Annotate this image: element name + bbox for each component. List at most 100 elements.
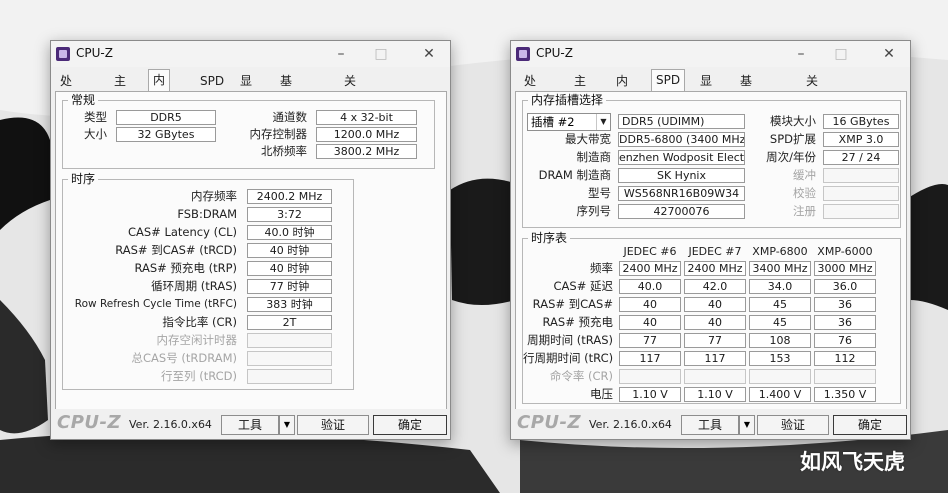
timings-group: 时序 内存频率 2400.2 MHz FSB:DRAM 3:72 CAS# La… [62, 172, 354, 390]
row-label: 频率 [590, 261, 613, 275]
ok-button[interactable]: 确定 [373, 415, 447, 435]
table-cell: 1.350 V [814, 387, 876, 402]
size-value: 32 GBytes [116, 127, 216, 142]
column-header: JEDEC #7 [688, 245, 742, 258]
slot-select[interactable]: 插槽 #2 ▼ [527, 113, 611, 131]
part-number-value: WS568NR16B09W34 [618, 186, 745, 201]
timing-label: 总CAS号 (tRDRAM) [131, 351, 238, 365]
table-cell: 36.0 [814, 279, 876, 294]
cpuz-app-icon [516, 47, 530, 61]
maximize-icon: □ [834, 46, 848, 62]
maximize-icon: □ [374, 46, 388, 62]
tab-graphics[interactable]: 显卡 [235, 70, 257, 108]
slot-group: 内存插槽选择 插槽 #2 ▼ DDR5 (UDIMM) 模块大小 16 GByt… [522, 93, 901, 228]
cpuz-window-spd: CPU-Z – □ ✕ 处理器 主板 内存 SPD 显卡 基准跑分 关于 内存插… [510, 40, 911, 440]
table-cell: 42.0 [684, 279, 746, 294]
table-cell: 112 [814, 351, 876, 366]
table-cell: 45 [749, 297, 811, 312]
general-group-title: 常规 [68, 93, 99, 107]
spd-ext-label: SPD扩展 [769, 132, 816, 146]
northbridge-value: 3800.2 MHz [316, 144, 417, 159]
tab-cpu[interactable]: 处理器 [55, 70, 77, 128]
timing-label: 指令比率 (CR) [162, 315, 237, 329]
table-cell: 45 [749, 315, 811, 330]
table-cell: 108 [749, 333, 811, 348]
memory-controller-label: 内存控制器 [249, 127, 308, 141]
module-size-label: 模块大小 [770, 114, 816, 128]
timing-value: 2400.2 MHz [247, 189, 332, 204]
tab-bench[interactable]: 基准跑分 [735, 70, 757, 148]
cpuz-app-icon [56, 47, 70, 61]
table-cell [814, 369, 876, 384]
ok-button[interactable]: 确定 [833, 415, 907, 435]
table-cell: 76 [814, 333, 876, 348]
timing-label: Row Refresh Cycle Time (tRFC) [74, 298, 237, 310]
row-label: 行周期时间 (tRC) [523, 351, 614, 365]
version-label: Ver. 2.16.0.x64 [589, 418, 672, 431]
manufacturer-value: enzhen Wodposit Electroni [618, 150, 745, 165]
serial-number-label: 序列号 [576, 204, 612, 218]
size-label: 大小 [84, 127, 107, 141]
correction-label: 校验 [793, 186, 816, 200]
tools-dropdown-icon[interactable]: ▼ [279, 415, 295, 435]
timing-label: RAS# 预充电 (tRP) [134, 261, 237, 275]
northbridge-label: 北桥频率 [261, 144, 307, 158]
table-cell: 3400 MHz [749, 261, 811, 276]
tab-spd[interactable]: SPD [651, 69, 686, 92]
channels-value: 4 x 32-bit [316, 110, 417, 125]
table-cell: 1.10 V [619, 387, 681, 402]
table-cell: 40.0 [619, 279, 681, 294]
row-label: 电压 [590, 387, 613, 401]
tab-spd[interactable]: SPD [195, 70, 229, 91]
column-header: XMP-6000 [817, 245, 873, 258]
column-header: XMP-6800 [752, 245, 808, 258]
module-size-value: 16 GBytes [823, 114, 899, 129]
close-icon[interactable]: ✕ [877, 44, 901, 64]
correction-value [823, 186, 899, 201]
slot-group-title: 内存插槽选择 [528, 93, 607, 107]
timing-value: 40.0 时钟 [247, 225, 332, 240]
table-cell: 40 [684, 315, 746, 330]
timing-label: 内存空闲计时器 [156, 333, 238, 347]
spd-pane: 内存插槽选择 插槽 #2 ▼ DDR5 (UDIMM) 模块大小 16 GByt… [515, 91, 907, 413]
watermark-text: 如风飞天虎 [800, 450, 905, 474]
tab-cpu[interactable]: 处理器 [519, 70, 541, 128]
tab-mainboard[interactable]: 主板 [109, 70, 131, 108]
close-icon[interactable]: ✕ [417, 44, 441, 64]
validate-button[interactable]: 验证 [297, 415, 369, 435]
tab-memory[interactable]: 内存 [148, 69, 171, 107]
slot-select-value: 插槽 #2 [531, 115, 575, 129]
memory-type-value: DDR5 (UDIMM) [618, 114, 745, 129]
memory-controller-value: 1200.0 MHz [316, 127, 417, 142]
dram-manufacturer-label: DRAM 制造商 [538, 168, 611, 182]
cpuz-window-memory: CPU-Z – □ ✕ 处理器 主板 内存 SPD 显卡 基准跑分 关于 常规 … [50, 40, 451, 440]
tab-about[interactable]: 关于 [801, 70, 823, 108]
tab-mainboard[interactable]: 主板 [569, 70, 591, 108]
tools-dropdown-icon[interactable]: ▼ [739, 415, 755, 435]
bottom-bar: CPU-Z Ver. 2.16.0.x64 工具 ▼ 验证 确定 [511, 409, 910, 439]
tools-button[interactable]: 工具 [221, 415, 279, 435]
table-cell: 77 [684, 333, 746, 348]
tools-button[interactable]: 工具 [681, 415, 739, 435]
type-value: DDR5 [116, 110, 216, 125]
version-label: Ver. 2.16.0.x64 [129, 418, 212, 431]
timing-value: 2T [247, 315, 332, 330]
tab-memory[interactable]: 内存 [611, 70, 633, 108]
table-cell: 34.0 [749, 279, 811, 294]
minimize-icon[interactable]: – [329, 44, 353, 64]
table-cell: 153 [749, 351, 811, 366]
table-cell: 117 [619, 351, 681, 366]
cpuz-logo: CPU-Z [517, 412, 582, 433]
title-bar[interactable]: CPU-Z – □ ✕ [51, 41, 450, 67]
minimize-icon[interactable]: – [789, 44, 813, 64]
tab-bench[interactable]: 基准跑分 [275, 70, 297, 148]
spd-ext-value: XMP 3.0 [823, 132, 899, 147]
title-bar[interactable]: CPU-Z – □ ✕ [511, 41, 910, 67]
timing-value: 40 时钟 [247, 261, 332, 276]
validate-button[interactable]: 验证 [757, 415, 829, 435]
timing-value [247, 351, 332, 366]
memory-pane: 常规 类型 DDR5 大小 32 GBytes 通道数 4 x 32-bit 内… [55, 91, 447, 413]
tab-graphics[interactable]: 显卡 [695, 70, 717, 108]
timing-label: 循环周期 (tRAS) [151, 279, 237, 293]
tab-about[interactable]: 关于 [339, 70, 361, 108]
